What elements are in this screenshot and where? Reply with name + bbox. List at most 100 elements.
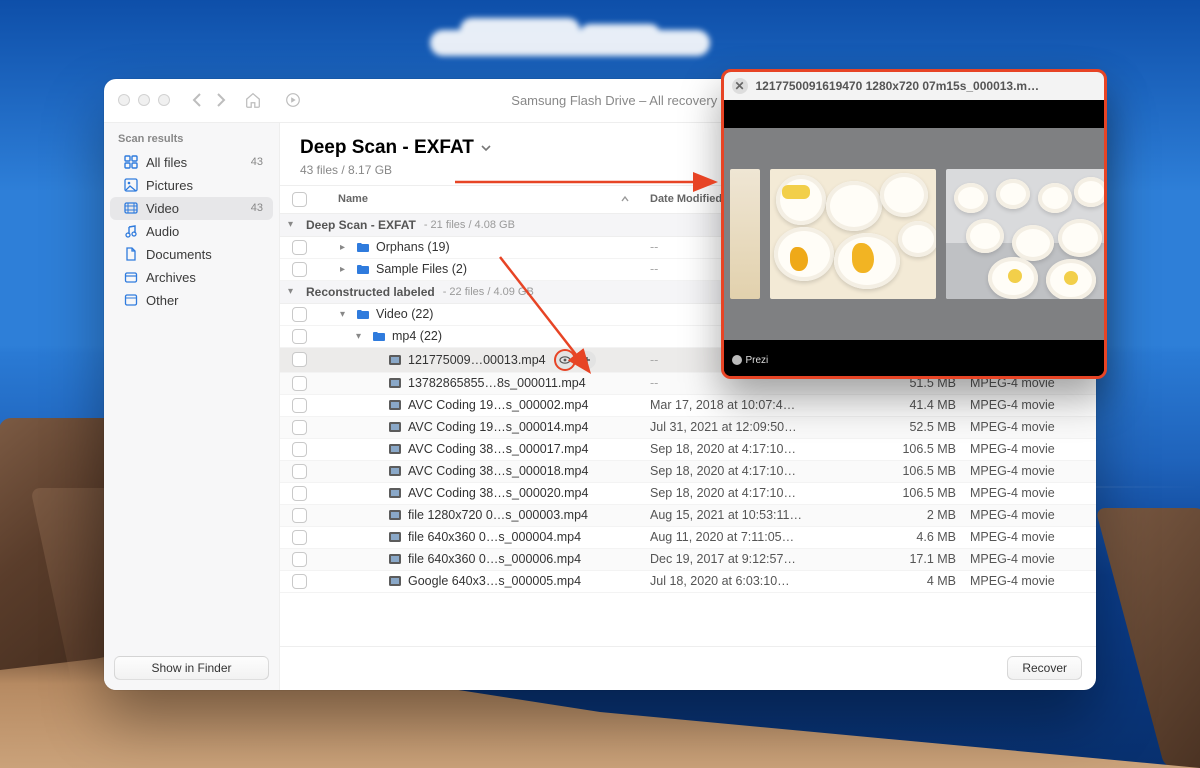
chevron-down-icon: ▾ xyxy=(288,219,298,230)
date-cell: Jul 18, 2020 at 6:03:10… xyxy=(650,574,860,588)
checkbox[interactable] xyxy=(292,486,307,501)
checkbox[interactable] xyxy=(292,464,307,479)
sidebar-item-label: Documents xyxy=(146,247,212,262)
film-icon xyxy=(124,201,138,215)
file-row[interactable]: AVC Coding 38…s_000017.mp4Sep 18, 2020 a… xyxy=(280,439,1096,461)
preview-watermark: Prezi xyxy=(732,355,769,366)
checkbox[interactable] xyxy=(292,329,307,344)
sidebar-item-other[interactable]: Other xyxy=(110,289,273,312)
checkbox[interactable] xyxy=(292,508,307,523)
movie-file-icon xyxy=(388,354,402,366)
chevron-down-icon[interactable] xyxy=(480,142,492,154)
sidebar-item-audio[interactable]: Audio xyxy=(110,220,273,243)
grid-icon xyxy=(124,155,138,169)
size-cell: 2 MB xyxy=(868,508,956,522)
file-row[interactable]: file 640x360 0…s_000006.mp4Dec 19, 2017 … xyxy=(280,549,1096,571)
movie-file-icon xyxy=(388,465,402,477)
date-cell: Sep 18, 2020 at 4:17:10… xyxy=(650,486,860,500)
size-cell: 17.1 MB xyxy=(868,552,956,566)
column-date[interactable]: Date Modified xyxy=(650,193,722,205)
minimize-window-button[interactable] xyxy=(138,94,150,106)
logo-dot-icon xyxy=(732,355,742,365)
file-row[interactable]: AVC Coding 38…s_000018.mp4Sep 18, 2020 a… xyxy=(280,461,1096,483)
checkbox[interactable] xyxy=(292,307,307,322)
column-name[interactable]: Name xyxy=(338,193,368,205)
file-name: AVC Coding 19…s_000014.mp4 xyxy=(408,420,588,434)
sidebar-item-video[interactable]: Video 43 xyxy=(110,197,273,220)
size-cell: 41.4 MB xyxy=(868,398,956,412)
hex-view-button[interactable] xyxy=(578,351,596,369)
sidebar-item-archives[interactable]: Archives xyxy=(110,266,273,289)
file-row[interactable]: file 1280x720 0…s_000003.mp4Aug 15, 2021… xyxy=(280,505,1096,527)
checkbox[interactable] xyxy=(292,420,307,435)
preview-video-area[interactable]: Prezi xyxy=(724,100,1104,376)
checkbox[interactable] xyxy=(292,398,307,413)
file-row[interactable]: AVC Coding 38…s_000020.mp4 Sep 18, 2020 a… xyxy=(280,483,1096,505)
movie-file-icon xyxy=(388,553,402,565)
kind-cell: MPEG-4 movie xyxy=(964,574,1080,588)
preview-eye-button[interactable] xyxy=(556,351,574,369)
chevron-right-icon[interactable]: ▸ xyxy=(340,264,350,275)
checkbox[interactable] xyxy=(292,262,307,277)
kind-cell: MPEG-4 movie xyxy=(964,398,1080,412)
checkbox[interactable] xyxy=(292,552,307,567)
sidebar-item-label: Video xyxy=(146,201,179,216)
file-name: AVC Coding 38…s_000018.mp4 xyxy=(408,464,588,478)
file-row[interactable]: file 640x360 0…s_000004.mp4Aug 11, 2020 … xyxy=(280,527,1096,549)
movie-file-icon xyxy=(388,443,402,455)
sidebar-item-pictures[interactable]: Pictures xyxy=(110,174,273,197)
preview-title: 1217750091619470 1280x720 07m15s_000013.… xyxy=(756,79,1040,93)
close-preview-button[interactable]: ✕ xyxy=(732,78,748,94)
movie-file-icon xyxy=(388,421,402,433)
sidebar-item-label: All files xyxy=(146,155,187,170)
recover-button[interactable]: Recover xyxy=(1007,656,1082,680)
back-button[interactable] xyxy=(192,93,202,107)
window-icon xyxy=(124,293,138,307)
checkbox[interactable] xyxy=(292,530,307,545)
preview-thumbnails xyxy=(724,128,1104,340)
zoom-window-button[interactable] xyxy=(158,94,170,106)
group-title: Reconstructed labeled xyxy=(306,285,435,299)
movie-file-icon xyxy=(388,509,402,521)
size-cell: 106.5 MB xyxy=(868,486,956,500)
show-in-finder-button[interactable]: Show in Finder xyxy=(114,656,269,680)
select-all-checkbox[interactable] xyxy=(292,192,307,207)
sidebar-item-label: Archives xyxy=(146,270,196,285)
file-row[interactable]: AVC Coding 19…s_000002.mp4Mar 17, 2018 a… xyxy=(280,395,1096,417)
file-name: file 1280x720 0…s_000003.mp4 xyxy=(408,508,588,522)
home-icon[interactable] xyxy=(244,91,262,109)
checkbox[interactable] xyxy=(292,352,307,367)
sidebar: Scan results All files 43 Pictures Video… xyxy=(104,123,280,690)
kind-cell: MPEG-4 movie xyxy=(964,552,1080,566)
close-window-button[interactable] xyxy=(118,94,130,106)
file-row[interactable]: AVC Coding 19…s_000014.mp4Jul 31, 2021 a… xyxy=(280,417,1096,439)
size-cell: 106.5 MB xyxy=(868,442,956,456)
preview-window: ✕ 1217750091619470 1280x720 07m15s_00001… xyxy=(721,69,1107,379)
kind-cell: MPEG-4 movie xyxy=(964,486,1080,500)
chevron-down-icon[interactable]: ▾ xyxy=(356,331,366,342)
sidebar-badge: 43 xyxy=(251,202,263,214)
thumbnail-partial xyxy=(730,169,760,299)
kind-cell: MPEG-4 movie xyxy=(964,530,1080,544)
forward-button[interactable] xyxy=(216,93,226,107)
checkbox[interactable] xyxy=(292,442,307,457)
checkbox[interactable] xyxy=(292,376,307,391)
group-meta: - 21 files / 4.08 GB xyxy=(424,219,515,231)
sidebar-item-documents[interactable]: Documents xyxy=(110,243,273,266)
chevron-right-icon[interactable]: ▸ xyxy=(340,242,350,253)
folder-name: Sample Files (2) xyxy=(376,262,467,276)
thumbnail-food-1 xyxy=(770,169,936,299)
sidebar-item-all-files[interactable]: All files 43 xyxy=(110,151,273,174)
results-title: Deep Scan - EXFAT xyxy=(300,137,474,159)
checkbox[interactable] xyxy=(292,240,307,255)
refresh-icon[interactable] xyxy=(284,91,302,109)
chevron-down-icon: ▾ xyxy=(288,286,298,297)
sidebar-heading: Scan results xyxy=(104,123,279,151)
chevron-down-icon[interactable]: ▾ xyxy=(340,309,350,320)
date-cell: Aug 11, 2020 at 7:11:05… xyxy=(650,530,860,544)
file-row[interactable]: Google 640x3…s_000005.mp4Jul 18, 2020 at… xyxy=(280,571,1096,593)
file-name: AVC Coding 38…s_000020.mp4 xyxy=(408,486,588,500)
movie-file-icon xyxy=(388,377,402,389)
sidebar-item-label: Audio xyxy=(146,224,179,239)
checkbox[interactable] xyxy=(292,574,307,589)
